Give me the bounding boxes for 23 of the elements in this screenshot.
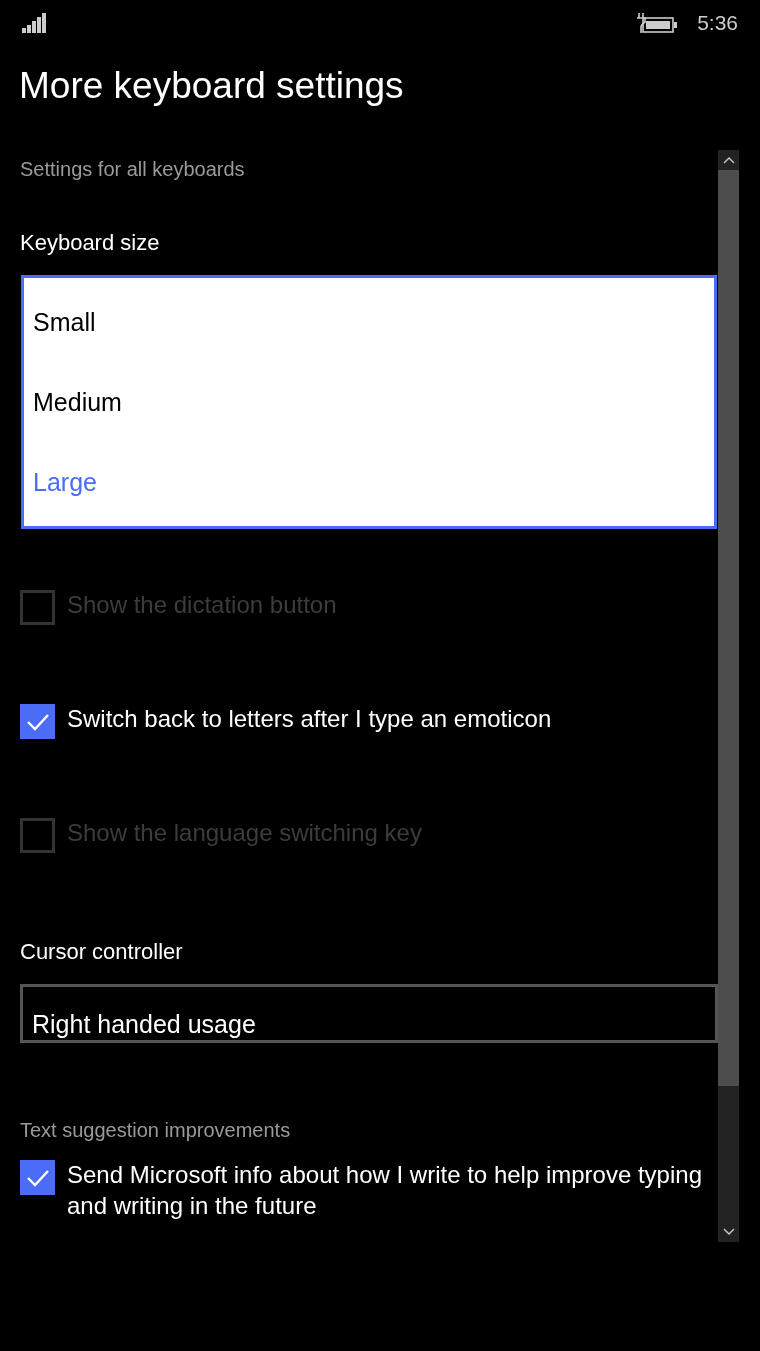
chevron-down-icon[interactable] [722,1228,735,1236]
section-header: Text suggestion improvements [20,1118,292,1143]
size-option[interactable]: Large [33,465,714,499]
section-header: Settings for all keyboards [20,157,246,182]
scrollbar[interactable] [718,150,739,1242]
cursor-controller-dropdown[interactable]: Right handed usage [20,984,718,1043]
size-option[interactable]: Small [33,305,714,339]
checkbox-label: Show the dictation button [67,590,337,620]
signal-icon [22,12,48,33]
cursor-controller-label: Cursor controller [20,938,184,966]
checkbox[interactable] [20,704,55,739]
keyboard-size-label: Keyboard size [20,229,161,257]
checkbox-label: Switch back to letters after I type an emoticon [67,704,552,734]
page-title: More keyboard settings [18,64,405,108]
scrollbar-thumb[interactable] [718,170,739,1086]
battery-icon [637,11,680,34]
size-option[interactable]: Medium [33,385,714,419]
checkbox[interactable] [20,1160,55,1195]
checkbox-label: Send Microsoft info about how I write to help improve typing and writing in the future [67,1160,703,1221]
keyboard-size-list[interactable]: Small Medium Large [21,275,717,529]
chevron-up-icon[interactable] [722,156,735,164]
checkbox-label: Show the language switching key [67,818,422,848]
status-time: 5:36 [697,9,738,36]
